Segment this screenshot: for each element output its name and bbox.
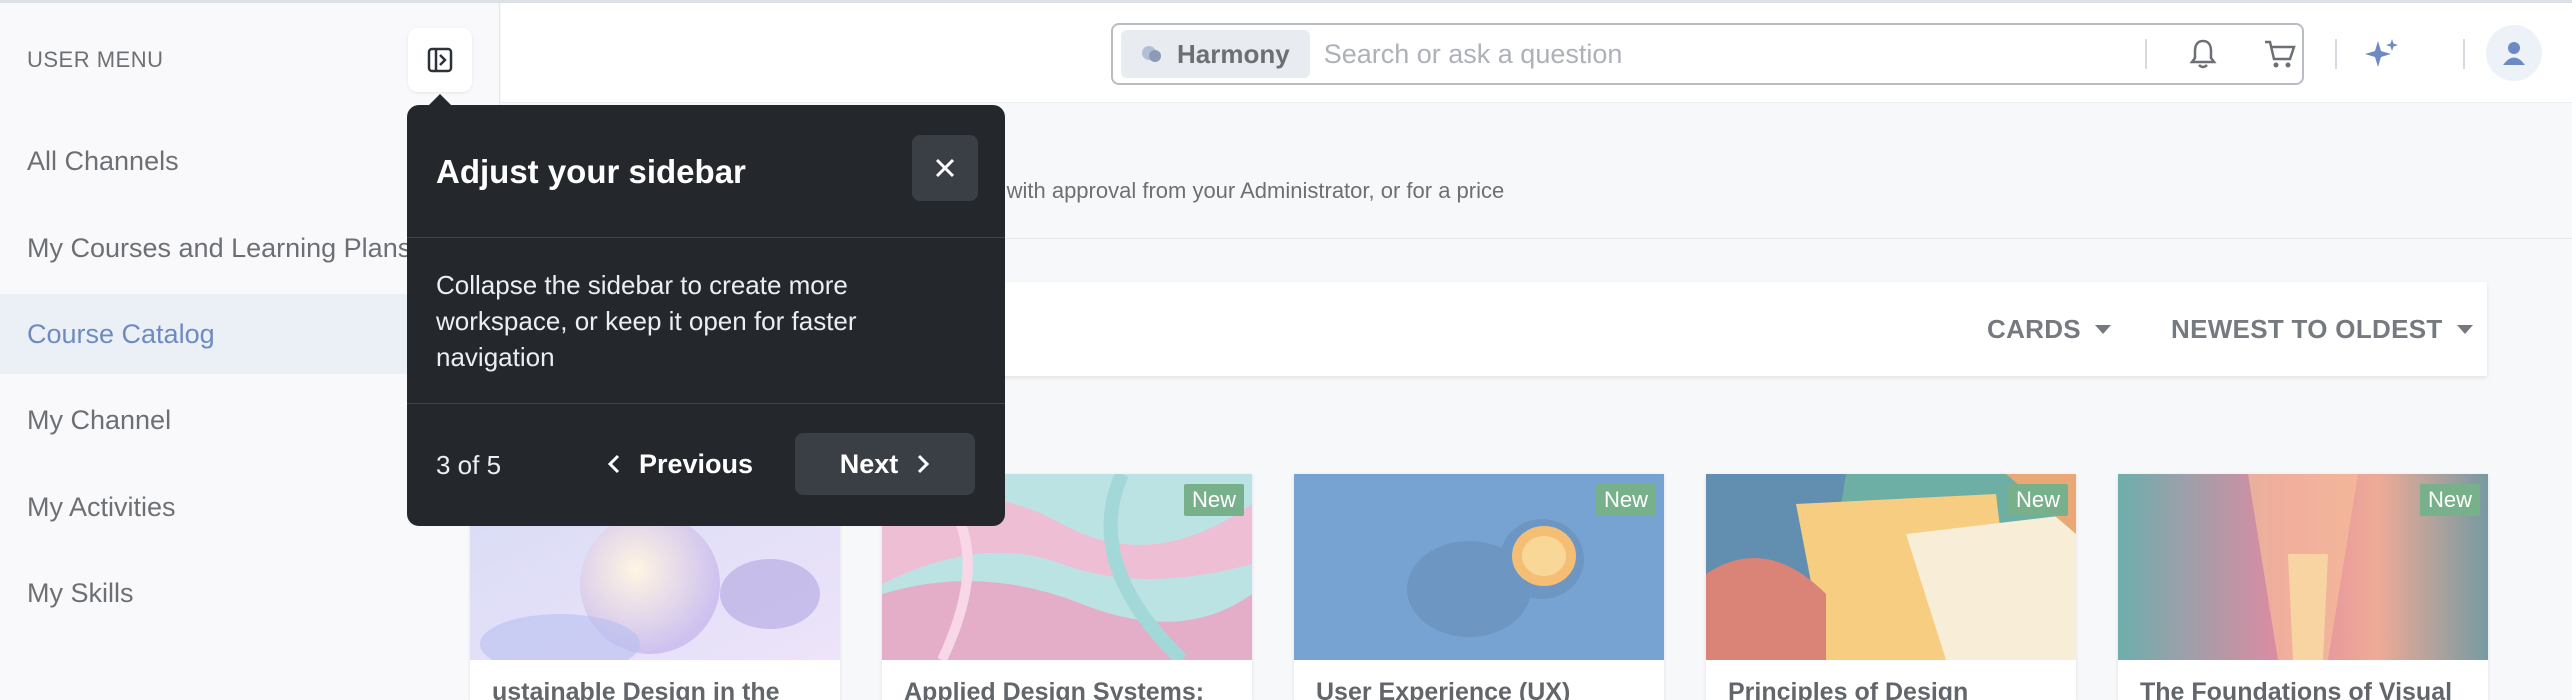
search-placeholder[interactable]: Search or ask a question	[1324, 39, 1623, 70]
divider	[407, 403, 1005, 404]
chevron-right-icon	[918, 454, 930, 474]
bell-icon[interactable]	[2182, 33, 2224, 75]
divider	[407, 237, 1005, 238]
course-card[interactable]: New The Foundations of Visual	[2118, 474, 2488, 700]
avatar[interactable]	[2486, 25, 2542, 81]
course-title: Principles of Design	[1728, 678, 1969, 700]
divider	[2145, 39, 2147, 69]
next-button[interactable]: Next	[795, 433, 975, 495]
top-bar: Harmony Search or ask a question	[501, 3, 2572, 103]
view-mode-dropdown[interactable]: CARDS	[1987, 282, 2111, 376]
previous-label: Previous	[639, 448, 754, 479]
course-title: User Experience (UX)	[1316, 678, 1571, 700]
tour-popover: Adjust your sidebar Collapse the sidebar…	[407, 105, 1005, 526]
sidebar-toggle-icon	[427, 47, 453, 73]
course-card[interactable]: New User Experience (UX)	[1294, 474, 1664, 700]
sidebar-title: USER MENU	[27, 47, 164, 72]
page-subtitle: y, with approval from your Administrator…	[985, 178, 1505, 203]
search-scope-pill[interactable]: Harmony	[1121, 30, 1310, 78]
new-badge: New	[1183, 484, 1244, 516]
search-scope-label: Harmony	[1177, 38, 1290, 69]
previous-button[interactable]: Previous	[587, 433, 773, 495]
close-icon	[935, 158, 955, 178]
cart-icon[interactable]	[2259, 33, 2301, 75]
sort-dropdown[interactable]: NEWEST TO OLDEST	[2171, 282, 2473, 376]
step-indicator: 3 of 5	[436, 450, 502, 480]
sparkle-icon[interactable]	[2361, 33, 2403, 75]
course-title: ustainable Design in the	[492, 678, 780, 700]
new-badge: New	[2007, 484, 2068, 516]
user-icon	[2503, 42, 2525, 65]
course-thumbnail: New	[1294, 474, 1664, 660]
view-mode-label: CARDS	[1987, 313, 2081, 344]
sidebar-item-my-skills[interactable]: My Skills	[0, 553, 500, 633]
search-bar[interactable]: Harmony Search or ask a question	[1111, 23, 2304, 85]
divider	[2335, 39, 2337, 69]
popover-body: Collapse the sidebar to create more work…	[436, 270, 857, 372]
sort-label: NEWEST TO OLDEST	[2171, 313, 2443, 344]
course-thumbnail: New	[1706, 474, 2076, 660]
harmony-icon	[1142, 46, 1161, 62]
divider	[2463, 39, 2465, 69]
chevron-down-icon	[2094, 324, 2111, 334]
chevron-left-icon	[607, 454, 620, 474]
new-badge: New	[1595, 484, 1656, 516]
sidebar-collapse-button-highlight[interactable]	[408, 28, 472, 92]
course-thumbnail: New	[2118, 474, 2488, 660]
chevron-down-icon	[2456, 324, 2473, 334]
new-badge: New	[2419, 484, 2480, 516]
course-title: Applied Design Systems:	[904, 678, 1205, 700]
popover-title: Adjust your sidebar	[436, 153, 746, 190]
course-card[interactable]: New Principles of Design	[1706, 474, 2076, 700]
next-label: Next	[839, 448, 899, 479]
course-title: The Foundations of Visual	[2140, 678, 2453, 700]
close-button[interactable]	[912, 135, 978, 201]
